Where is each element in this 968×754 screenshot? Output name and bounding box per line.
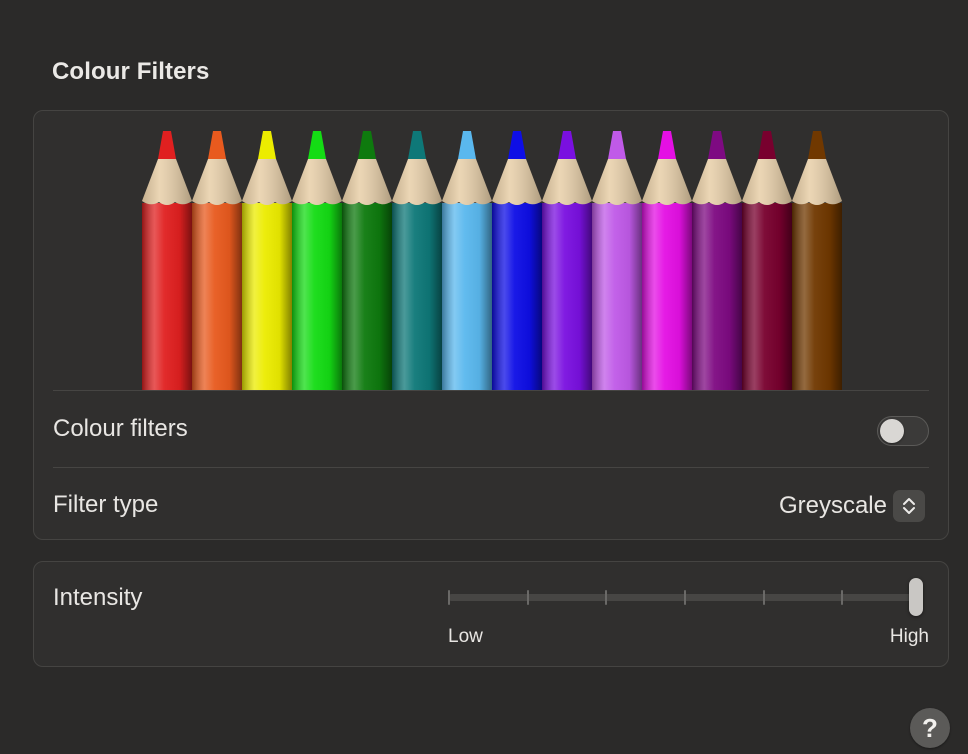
pencil <box>442 131 492 391</box>
intensity-slider-thumb[interactable] <box>909 578 923 616</box>
pencil-preview-image <box>142 131 842 391</box>
colour-filters-card: Colour filters Filter type Greyscale <box>33 110 949 540</box>
colour-filters-settings-page: Colour Filters Colour filters Filter typ… <box>0 0 968 754</box>
intensity-card: Intensity Low High <box>33 561 949 667</box>
slider-tick <box>448 590 450 605</box>
pencil <box>692 131 742 391</box>
toggle-knob <box>880 419 904 443</box>
pencil <box>642 131 692 391</box>
slider-tick <box>526 590 529 605</box>
row-divider <box>53 467 929 468</box>
colour-preview <box>34 111 950 391</box>
pencil <box>542 131 592 391</box>
intensity-low-label: Low <box>448 626 483 647</box>
pencil <box>192 131 242 391</box>
section-title: Colour Filters <box>52 58 210 85</box>
pencil <box>392 131 442 391</box>
filter-type-select[interactable]: Greyscale <box>779 489 925 523</box>
slider-tick <box>762 590 765 605</box>
pencil <box>242 131 292 391</box>
pencil <box>792 131 842 391</box>
colour-filters-toggle[interactable] <box>877 416 929 446</box>
pencil <box>142 131 192 391</box>
help-button[interactable]: ? <box>910 708 950 748</box>
filter-type-label: Filter type <box>53 491 159 518</box>
pencil <box>342 131 392 391</box>
chevron-up-down-icon <box>893 490 925 522</box>
filter-type-value: Greyscale <box>778 492 887 519</box>
colour-filters-label: Colour filters <box>53 415 188 442</box>
pencil <box>592 131 642 391</box>
intensity-label: Intensity <box>53 584 143 611</box>
slider-tick <box>684 590 686 605</box>
preview-divider <box>53 390 929 391</box>
pencil <box>742 131 792 391</box>
intensity-high-label: High <box>889 626 929 647</box>
pencil <box>492 131 542 391</box>
pencil <box>292 131 342 391</box>
